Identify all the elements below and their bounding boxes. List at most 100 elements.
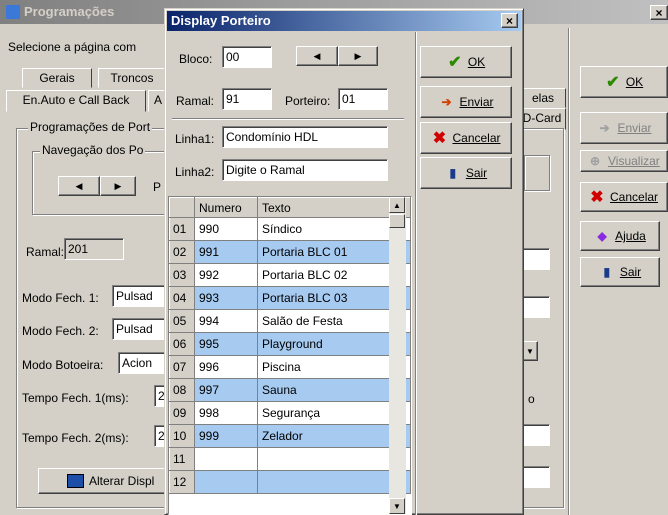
dialog-sair-label: Sair <box>465 166 488 180</box>
right-field-4[interactable] <box>522 466 550 488</box>
table-row[interactable]: 10 999 Zelador <box>169 424 411 448</box>
cell-texto[interactable]: Playground <box>257 332 411 356</box>
side-sair-label: Sair <box>619 265 642 279</box>
side-cancelar-label: Cancelar <box>610 190 659 204</box>
cell-numero[interactable]: 992 <box>194 263 258 287</box>
linha1-field[interactable]: Condomínio HDL <box>222 126 388 148</box>
cell-texto[interactable]: Síndico <box>257 217 411 241</box>
tab-elas[interactable]: elas <box>520 88 566 108</box>
cell-numero[interactable]: 994 <box>194 309 258 333</box>
bloco-field[interactable]: 00 <box>222 46 272 68</box>
side-sair-button[interactable]: ▮ Sair <box>580 257 660 287</box>
help-book-icon: ◆ <box>597 229 607 243</box>
messages-table: Numero Texto 01 990 Síndico 02 991 Portaria B… <box>169 197 411 494</box>
table-row[interactable]: 06 995 Playground <box>169 332 411 356</box>
nav-extra-label: P <box>153 180 162 194</box>
cell-numero[interactable]: 999 <box>194 424 258 448</box>
row-index: 07 <box>169 355 195 379</box>
bloco-next-button[interactable]: ▶ <box>338 46 378 66</box>
scroll-up-button[interactable]: ▲ <box>389 197 405 213</box>
table-row[interactable]: 12 <box>169 470 411 494</box>
modo-fech-1-select[interactable]: Pulsad <box>112 285 172 307</box>
dialog-ramal-label: Ramal: <box>176 94 215 108</box>
right-field-1[interactable] <box>522 248 550 270</box>
scroll-thumb[interactable] <box>389 214 405 228</box>
table-row[interactable]: 02 991 Portaria BLC 01 <box>169 240 411 264</box>
porteiro-field[interactable]: 01 <box>338 88 388 110</box>
right-field-2[interactable] <box>522 296 550 318</box>
cell-numero[interactable] <box>194 470 258 494</box>
column-header-texto[interactable]: Texto <box>257 197 411 218</box>
cell-texto[interactable] <box>257 447 411 471</box>
dialog-ramal-field[interactable]: 91 <box>222 88 272 110</box>
scroll-down-button[interactable]: ▼ <box>389 498 405 514</box>
cell-texto[interactable]: Sauna <box>257 378 411 402</box>
cell-texto[interactable]: Portaria BLC 01 <box>257 240 411 264</box>
dialog-sair-button[interactable]: ▮ Sair <box>420 157 512 189</box>
bloco-prev-button[interactable]: ◀ <box>296 46 338 66</box>
alterar-display-button[interactable]: Alterar Displ <box>38 468 172 494</box>
dialog-ok-button[interactable]: ✔ OK <box>420 46 512 78</box>
dialog-button-divider <box>415 32 416 515</box>
dialog-enviar-label: Enviar <box>459 95 494 109</box>
modo-fech-2-select[interactable]: Pulsad <box>112 318 172 340</box>
cell-texto[interactable]: Portaria BLC 02 <box>257 263 411 287</box>
ramal-label: Ramal: <box>26 245 65 259</box>
magnifier-icon: ⊕ <box>589 154 601 168</box>
display-icon <box>67 474 84 488</box>
table-row[interactable]: 07 996 Piscina <box>169 355 411 379</box>
dialog-enviar-button[interactable]: ➔ Enviar <box>420 86 512 118</box>
table-row[interactable]: 08 997 Sauna <box>169 378 411 402</box>
cell-texto[interactable] <box>257 470 411 494</box>
right-label-o: o <box>528 392 535 406</box>
cell-numero[interactable]: 997 <box>194 378 258 402</box>
table-row[interactable]: 11 <box>169 447 411 471</box>
dialog-close-button[interactable]: × <box>501 13 518 28</box>
right-dropdown-fragment[interactable]: ▼ <box>522 341 538 361</box>
table-row[interactable]: 05 994 Salão de Festa <box>169 309 411 333</box>
check-icon: ✔ <box>448 54 462 71</box>
cell-numero[interactable]: 996 <box>194 355 258 379</box>
cell-numero[interactable]: 990 <box>194 217 258 241</box>
bloco-label: Bloco: <box>179 52 213 66</box>
cell-texto[interactable]: Piscina <box>257 355 411 379</box>
table-row[interactable]: 03 992 Portaria BLC 02 <box>169 263 411 287</box>
cell-texto[interactable]: Salão de Festa <box>257 309 411 333</box>
cell-texto[interactable]: Segurança <box>257 401 411 425</box>
table-row[interactable]: 09 998 Segurança <box>169 401 411 425</box>
cell-numero[interactable]: 995 <box>194 332 258 356</box>
grid-scrollbar[interactable] <box>389 197 406 514</box>
side-ajuda-button[interactable]: ◆ Ajuda <box>580 221 660 251</box>
nav-next-button[interactable]: ▶ <box>100 176 136 196</box>
table-row[interactable]: 04 993 Portaria BLC 03 <box>169 286 411 310</box>
side-visualizar-label: Visualizar <box>608 154 660 168</box>
tab-d-card[interactable]: D-Card <box>518 108 566 130</box>
linha2-field[interactable]: Digite o Ramal <box>222 159 388 181</box>
cell-numero[interactable]: 998 <box>194 401 258 425</box>
side-visualizar-button[interactable]: ⊕ Visualizar <box>580 150 668 172</box>
dialog-cancelar-button[interactable]: ✖ Cancelar <box>420 122 512 154</box>
cell-texto[interactable]: Zelador <box>257 424 411 448</box>
table-row[interactable]: 01 990 Síndico <box>169 217 411 241</box>
right-field-3[interactable] <box>522 424 550 446</box>
cell-texto[interactable]: Portaria BLC 03 <box>257 286 411 310</box>
cell-numero[interactable]: 993 <box>194 286 258 310</box>
tab-gerais[interactable]: Gerais <box>22 68 92 88</box>
porteiro-label: Porteiro: <box>285 94 331 108</box>
nav-prev-button[interactable]: ◀ <box>58 176 100 196</box>
modo-fech-2-label: Modo Fech. 2: <box>22 324 99 338</box>
side-cancelar-button[interactable]: ✖ Cancelar <box>580 182 668 212</box>
ramal-field[interactable]: 201 <box>64 238 124 260</box>
cell-numero[interactable] <box>194 447 258 471</box>
messages-grid[interactable]: Numero Texto 01 990 Síndico 02 991 Portaria B… <box>168 196 412 515</box>
side-enviar-button[interactable]: ➔ Enviar <box>580 112 668 144</box>
tab-en-auto-call-back[interactable]: En.Auto e Call Back <box>6 90 146 112</box>
side-ajuda-label: Ajuda <box>615 229 646 243</box>
side-ok-button[interactable]: ✔ OK <box>580 66 668 98</box>
bg-window-close-button[interactable]: × <box>650 5 668 20</box>
column-header-numero[interactable]: Numero <box>194 197 258 218</box>
cell-numero[interactable]: 991 <box>194 240 258 264</box>
row-index: 09 <box>169 401 195 425</box>
linha1-label: Linha1: <box>175 132 215 146</box>
tab-troncos[interactable]: Troncos <box>98 68 166 88</box>
